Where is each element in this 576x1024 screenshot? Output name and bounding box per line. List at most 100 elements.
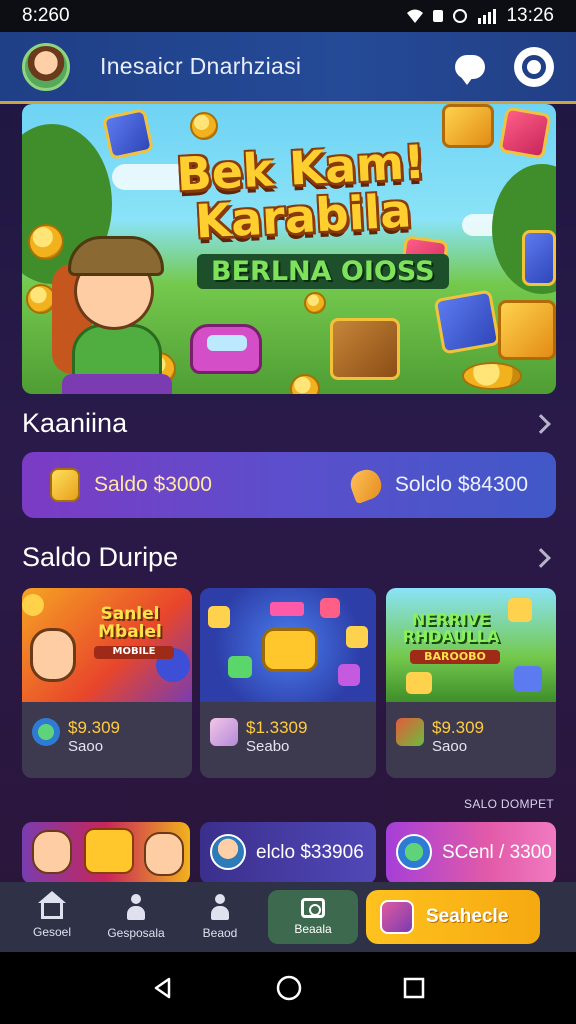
game-price: $9.309 [432,718,484,737]
gift-box-decoration [101,107,155,161]
nav-item-gesposala[interactable]: Gesposala [94,887,178,947]
flag-decoration [270,602,304,616]
gift-box-decoration [498,300,556,360]
coin-decoration [28,224,64,260]
game-price: $9.309 [68,718,120,737]
nav-item-beaod[interactable]: Beaod [178,887,262,947]
balance-section-header[interactable]: Kaaniina [22,408,556,439]
app-title: Inesaicr Dnarhziasi [100,53,302,79]
game-card[interactable]: NERRIVE RHDAULLA BAROOBO $9.309 Saoo [386,588,556,778]
hero-subtitle: BERLNA OIOSS [197,254,449,289]
gift-box-decoration [522,230,556,286]
character-decoration [84,828,134,874]
gift-box-decoration [508,598,532,622]
chevron-right-icon[interactable] [531,547,551,568]
game-sub: Saoo [68,738,104,755]
balance-right-label: Solclo $84300 [394,473,528,496]
game-sub: Saoo [432,738,468,755]
balance-left-label: Saldo $3000 [94,473,212,496]
nav-label: Beaod [202,926,238,940]
mini-card[interactable]: elclo $33906 [200,822,376,884]
game-sub: Seabo [246,738,290,755]
game-info: $9.309 Saoo [386,702,556,778]
chat-button[interactable] [450,47,490,87]
hero-banner[interactable]: Bek Kam! Karabila BERLNA OIOSS [22,104,556,394]
character-decoration [144,832,184,876]
recents-icon[interactable] [403,977,425,999]
mini-card[interactable]: SCenl / 3300 [386,822,556,884]
gift-box-decoration [346,626,368,648]
home-icon [38,891,66,919]
avatar [210,834,246,870]
promo-label: SALO DOMPET [464,797,554,811]
box-icon [210,718,238,746]
search-button[interactable]: Seahecle [366,890,540,944]
gift-box-decoration [208,606,230,628]
toy-car-decoration [262,628,318,672]
gift-box-decoration [320,598,340,618]
nav-label: Beaala [294,922,332,936]
status-bar: 8:260 13:26 [0,0,576,32]
user-avatar[interactable] [22,42,70,91]
games-section-title: Saldo Duripe [22,542,179,572]
game-thumbnail: NERRIVE RHDAULLA BAROOBO [386,588,556,702]
hero-title-line2: Karabila [194,183,413,249]
coin-decoration [290,374,320,394]
balance-right: Solclo $84300 [346,465,528,505]
gift-box-decoration [433,289,501,355]
notification-icon [433,10,444,22]
game-card[interactable]: $1.3309 Seabo [200,588,376,778]
back-icon[interactable] [151,976,175,1000]
gift-box-decoration [228,656,252,678]
game-info: $1.3309 Seabo [200,702,376,778]
game-price: $1.3309 [246,718,308,737]
treasure-chest-decoration [330,318,400,380]
mini-card-text: SCenl / 3300 [442,842,552,863]
game-thumbnail: Sanlel Mbalel MOBILE [22,588,192,702]
nav-label: Gesoel [32,925,72,939]
status-time: 8:260 [22,5,70,26]
balance-card[interactable]: Saldo $3000 Solclo $84300 [22,452,556,518]
coin-decoration [190,112,218,140]
hand-icon [346,465,386,505]
nav-item-home[interactable]: Gesoel [10,887,94,947]
settings-button[interactable] [514,46,554,87]
system-nav-bar [0,952,576,1024]
settings-ring-icon [522,54,546,79]
chevron-right-icon[interactable] [531,413,551,434]
chat-bubble-icon [455,54,485,85]
bottom-nav: Gesoel Gesposala Beaod Beaala Seahecle [0,882,576,952]
camera-icon [301,898,325,918]
home-circle-icon[interactable] [276,975,302,1001]
balance-section-title: Kaaniina [22,408,128,438]
mini-card[interactable] [22,822,190,884]
search-button-label: Seahecle [426,906,509,927]
person-icon [123,894,149,920]
gift-box-decoration [406,672,432,694]
game-card[interactable]: Sanlel Mbalel MOBILE $9.309 Saoo [22,588,192,778]
character-decoration [32,830,72,874]
games-section-header[interactable]: Saldo Duripe [22,542,556,573]
coin-decoration [462,362,522,390]
character-skirt [62,374,172,394]
status-icons: 13:26 [406,5,554,27]
balance-left: Saldo $3000 [50,468,212,502]
hero-title: Bek Kam! Karabila [170,135,435,249]
coin-decoration [304,292,326,314]
alarm-icon [453,9,468,23]
mini-card-text: elclo $33906 [256,842,364,863]
search-thumbnail [380,900,414,934]
character-hat [68,236,164,276]
wifi-icon [407,9,424,23]
game-thumb-sub: MOBILE [94,646,174,659]
game-thumb-title: NERRIVE RHDAULLA [402,610,500,646]
gift-box-decoration [338,664,360,686]
gift-box-decoration [442,104,494,148]
game-thumb-sub: BAROOBO [410,650,500,664]
gem-icon [396,718,424,746]
coin-decoration [22,594,44,616]
person-icon [207,894,233,920]
game-info: $9.309 Saoo [22,702,192,778]
nav-item-active[interactable]: Beaala [268,890,358,944]
gift-box-decoration [498,106,552,160]
